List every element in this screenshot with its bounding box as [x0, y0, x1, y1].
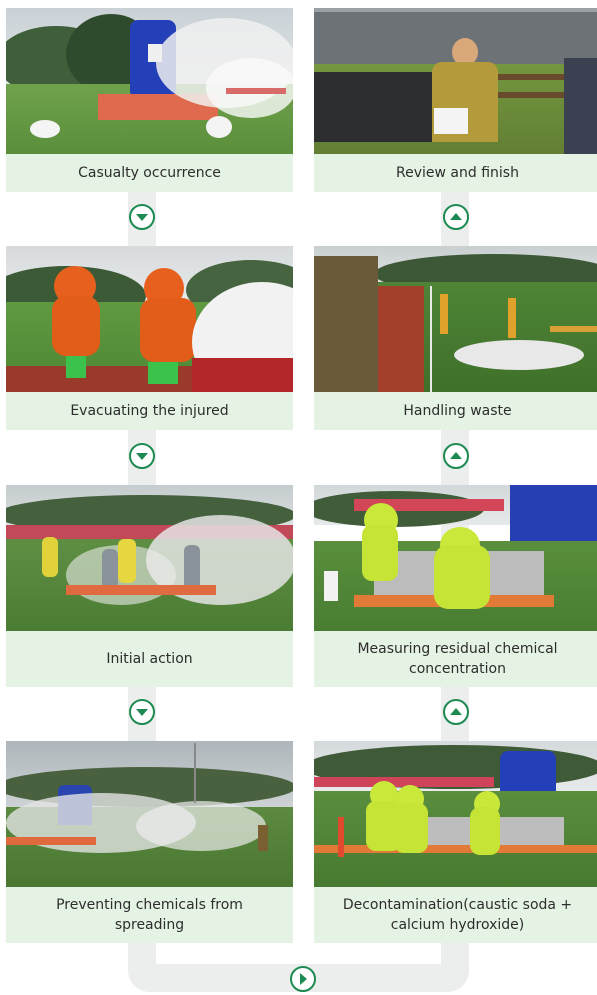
step-evacuating-the-injured: Evacuating the injured: [6, 246, 293, 430]
chevron-down-circle-icon: [129, 204, 155, 230]
photo-casualty-occurrence: [6, 8, 293, 154]
step-preventing-chemicals-from-spreading: Preventing chemicals from spreading: [6, 741, 293, 943]
chevron-down-circle-icon: [129, 699, 155, 725]
caption-measuring-residual-chemical-concentration: Measuring residual chemical concentratio…: [314, 631, 597, 687]
chevron-down-circle-icon: [129, 443, 155, 469]
photo-decontamination: [314, 741, 597, 887]
caption-evacuating-the-injured: Evacuating the injured: [6, 392, 293, 430]
photo-evacuating-the-injured: [6, 246, 293, 392]
step-review-and-finish: Review and finish: [314, 8, 597, 192]
photo-measuring-residual-chemical-concentration: [314, 485, 597, 631]
caption-casualty-occurrence: Casualty occurrence: [6, 154, 293, 192]
photo-preventing-chemicals-from-spreading: [6, 741, 293, 887]
chevron-up-circle-icon: [443, 443, 469, 469]
photo-review-and-finish: [314, 8, 597, 154]
step-initial-action: Initial action: [6, 485, 293, 687]
photo-initial-action: [6, 485, 293, 631]
step-measuring-residual-chemical-concentration: Measuring residual chemical concentratio…: [314, 485, 597, 687]
photo-handling-waste: [314, 246, 597, 392]
caption-initial-action: Initial action: [6, 631, 293, 687]
chevron-up-circle-icon: [443, 204, 469, 230]
chevron-up-circle-icon: [443, 699, 469, 725]
caption-preventing-chemicals-from-spreading: Preventing chemicals from spreading: [6, 887, 293, 943]
caption-handling-waste: Handling waste: [314, 392, 597, 430]
caption-review-and-finish: Review and finish: [314, 154, 597, 192]
caption-decontamination: Decontamination(caustic soda + calcium h…: [314, 887, 597, 943]
chevron-right-circle-icon: [290, 966, 316, 992]
step-decontamination: Decontamination(caustic soda + calcium h…: [314, 741, 597, 943]
step-casualty-occurrence: Casualty occurrence: [6, 8, 293, 192]
step-handling-waste: Handling waste: [314, 246, 597, 430]
